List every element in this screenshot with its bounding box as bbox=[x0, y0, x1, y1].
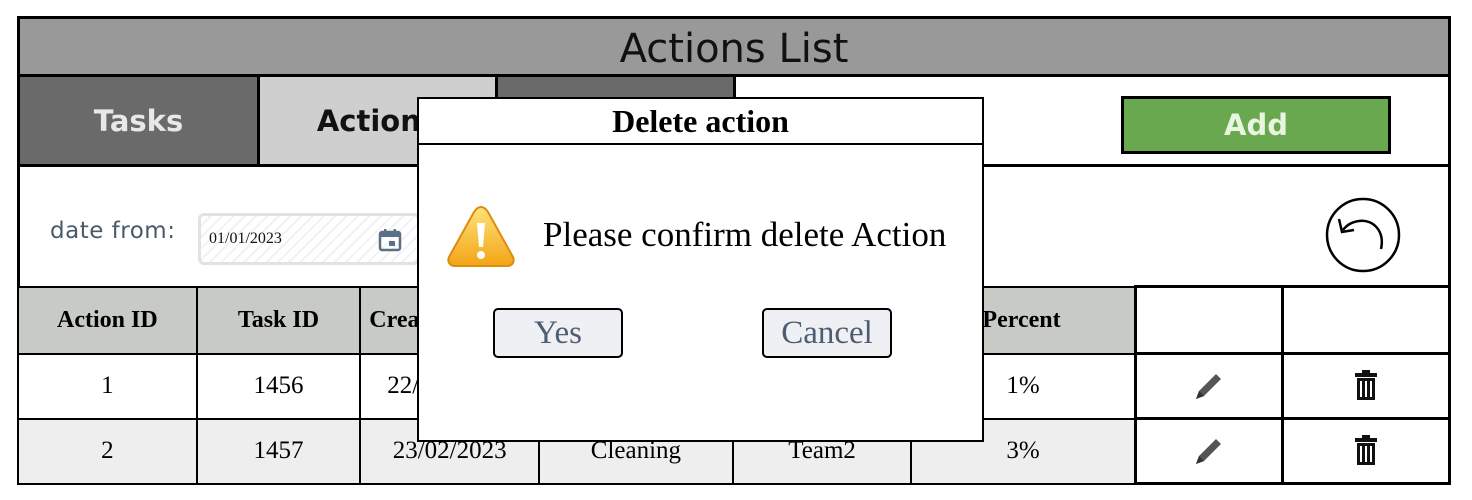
cancel-button[interactable]: Cancel bbox=[762, 308, 892, 358]
calendar-icon[interactable] bbox=[377, 227, 403, 253]
dialog-message: Please confirm delete Action bbox=[543, 215, 947, 254]
edit-cell bbox=[1133, 417, 1285, 485]
pencil-icon[interactable] bbox=[1192, 434, 1226, 468]
header-delete bbox=[1281, 285, 1451, 355]
edit-cell bbox=[1133, 352, 1285, 420]
tab-third[interactable] bbox=[498, 77, 736, 97]
pencil-icon[interactable] bbox=[1192, 369, 1226, 403]
delete-cell bbox=[1281, 352, 1451, 420]
trash-icon[interactable] bbox=[1349, 369, 1383, 403]
cell-task-id: 1457 bbox=[195, 417, 362, 485]
cell-action-id: 1 bbox=[17, 352, 198, 420]
date-from-value: 01/01/2023 bbox=[209, 230, 282, 247]
undo-icon[interactable] bbox=[1325, 197, 1403, 273]
yes-button[interactable]: Yes bbox=[493, 308, 623, 358]
tab-tasks[interactable]: Tasks bbox=[20, 77, 260, 164]
delete-cell bbox=[1281, 417, 1451, 485]
date-from-input[interactable]: 01/01/2023 bbox=[198, 213, 420, 265]
cell-action-id: 2 bbox=[17, 417, 198, 485]
cell-task-id: 1456 bbox=[195, 352, 362, 420]
dialog-title: Delete action bbox=[419, 99, 982, 145]
warning-icon bbox=[447, 205, 515, 267]
trash-icon[interactable] bbox=[1349, 434, 1383, 468]
title-bar: Actions List bbox=[17, 16, 1451, 77]
delete-dialog: Delete action Please confirm delete Acti… bbox=[417, 97, 984, 442]
date-from-label: date from: bbox=[50, 218, 176, 244]
add-button[interactable]: Add bbox=[1121, 96, 1391, 154]
header-task-id[interactable]: Task ID bbox=[195, 285, 362, 355]
header-edit bbox=[1133, 285, 1285, 355]
header-action-id[interactable]: Action ID bbox=[17, 285, 198, 355]
page-title: Actions List bbox=[619, 26, 849, 72]
